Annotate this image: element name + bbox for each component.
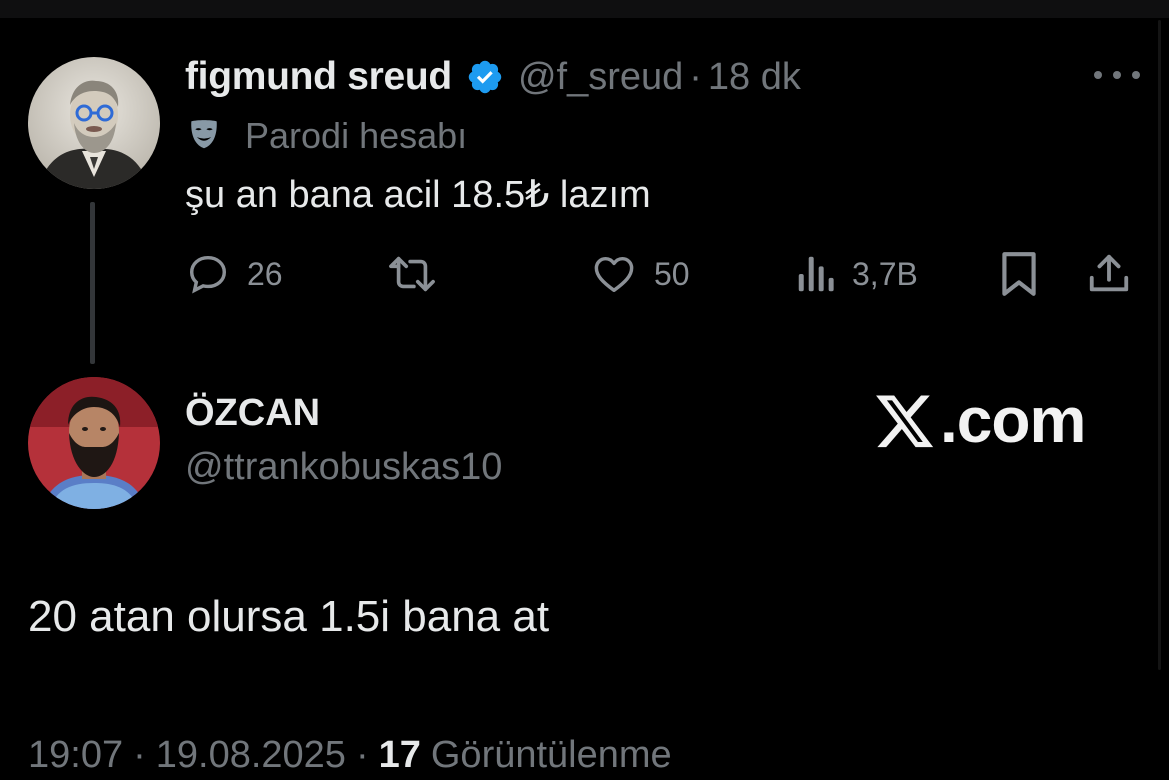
bookmark-icon <box>1002 252 1036 296</box>
tweet-header: figmund sreud @f_sreud · 18 dk <box>185 52 801 102</box>
theater-mask-icon <box>185 115 223 158</box>
reply-views-count[interactable]: 17 <box>379 734 421 777</box>
bookmark-button[interactable] <box>998 248 1040 300</box>
like-button[interactable]: 50 <box>590 248 690 300</box>
scrollbar[interactable] <box>1158 20 1161 670</box>
reply-time[interactable]: 19:07 <box>28 734 123 777</box>
views-button[interactable]: 3,7B <box>796 248 918 300</box>
avatar-old-man-image <box>28 57 160 189</box>
reply-count: 26 <box>247 255 283 292</box>
watermark-text: .com <box>940 384 1086 456</box>
x-com-watermark: .com <box>874 382 1086 458</box>
timestamp[interactable]: 18 dk <box>708 56 801 99</box>
repost-button[interactable] <box>384 248 456 300</box>
reply-views-label: Görüntülenme <box>430 733 672 776</box>
reply-author-handle[interactable]: @ttrankobuskas10 <box>185 446 502 489</box>
author-display-name[interactable]: figmund sreud <box>185 55 452 99</box>
reply-date[interactable]: 19.08.2025 <box>156 734 346 777</box>
thread-connector-line <box>90 202 95 364</box>
share-button[interactable] <box>1086 248 1132 300</box>
x-logo-icon <box>876 395 934 448</box>
repost-icon <box>389 256 435 292</box>
avatar-bearded-man-image <box>28 377 160 509</box>
avatar[interactable] <box>28 57 160 189</box>
avatar[interactable] <box>28 377 160 509</box>
tweet-text: şu an bana acil 18.5₺ lazım <box>185 174 651 216</box>
share-icon <box>1089 254 1129 292</box>
time-separator: · <box>689 55 702 98</box>
reply-author-display-name[interactable]: ÖZCAN <box>185 392 320 435</box>
meta-separator: · <box>133 733 146 776</box>
views-chart-icon <box>798 256 834 292</box>
meta-separator: · <box>355 733 369 776</box>
like-count: 50 <box>654 255 690 292</box>
views-count: 3,7B <box>852 255 918 292</box>
reply-text: 20 atan olursa 1.5i bana at <box>28 592 550 641</box>
reply-button[interactable]: 26 <box>185 248 283 300</box>
reply-icon <box>189 255 227 294</box>
author-handle[interactable]: @f_sreud <box>518 56 683 99</box>
more-dots-icon[interactable] <box>1094 62 1140 88</box>
verified-badge-icon[interactable] <box>466 58 504 96</box>
parody-label-row: Parodi hesabı <box>185 113 467 159</box>
parody-account-label: Parodi hesabı <box>245 115 468 156</box>
reply-meta-row: 19:07 · 19.08.2025 · 17 Görüntülenme <box>28 730 672 780</box>
heart-icon <box>594 256 634 293</box>
top-status-strip <box>0 0 1169 18</box>
